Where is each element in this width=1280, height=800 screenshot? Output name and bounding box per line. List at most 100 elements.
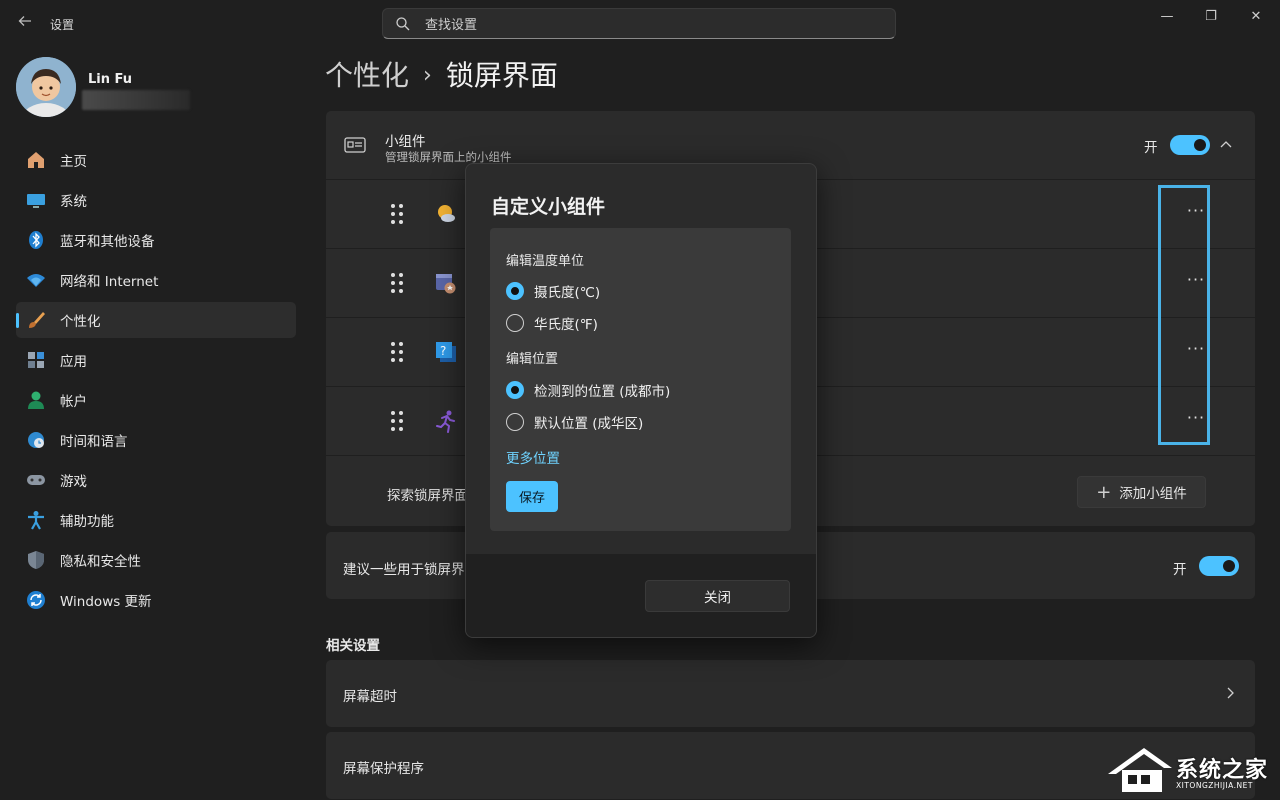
- apps-icon: [26, 350, 46, 370]
- temp-unit-heading: 编辑温度单位: [506, 254, 585, 269]
- sidebar-item-accessibility[interactable]: 辅助功能: [16, 502, 296, 538]
- more-locations-link[interactable]: 更多位置: [506, 447, 560, 467]
- sidebar-item-label: 个性化: [60, 314, 101, 330]
- radio-unchecked-icon: [506, 314, 524, 332]
- radio-detected-location[interactable]: 检测到的位置 (成都市): [506, 380, 670, 400]
- calendar-icon: [436, 274, 456, 294]
- close-window-button[interactable]: ✕: [1233, 6, 1279, 28]
- drag-handle-icon[interactable]: [389, 411, 407, 433]
- title-bar: 设置 — ❐ ✕: [0, 0, 1280, 48]
- breadcrumb: 个性化 › 锁屏界面: [325, 54, 558, 94]
- radio-label: 默认位置 (成华区): [534, 416, 644, 432]
- watermark-logo: [1108, 748, 1172, 792]
- breadcrumb-separator: ›: [423, 63, 432, 88]
- sidebar-item-label: 蓝牙和其他设备: [60, 234, 155, 250]
- app-title: 设置: [50, 18, 75, 32]
- sidebar-item-system[interactable]: 系统: [16, 182, 296, 218]
- gamepad-icon: [26, 470, 46, 490]
- related-settings-heading: 相关设置: [326, 638, 380, 654]
- search-box[interactable]: [382, 8, 896, 39]
- customize-widgets-dialog: 自定义小组件 编辑温度单位 摄氏度(℃) 华氏度(℉) 编辑位置 检测到的位置 …: [465, 163, 817, 638]
- sidebar-item-accounts[interactable]: 帐户: [16, 382, 296, 418]
- close-button[interactable]: 关闭: [645, 580, 790, 612]
- sidebar-item-label: Windows 更新: [60, 594, 152, 610]
- sidebar-item-label: 网络和 Internet: [60, 274, 159, 290]
- svg-text:?: ?: [440, 344, 446, 358]
- search-icon: [396, 17, 410, 31]
- radio-unchecked-icon: [506, 413, 524, 431]
- radio-checked-icon: [506, 381, 524, 399]
- tips-icon: ?: [436, 342, 456, 362]
- home-icon: [26, 150, 46, 170]
- sidebar-item-windows-update[interactable]: Windows 更新: [16, 582, 296, 618]
- related-item-label: 屏幕超时: [343, 689, 397, 705]
- fitness-icon: [436, 410, 455, 433]
- sidebar-item-bluetooth[interactable]: 蓝牙和其他设备: [16, 222, 296, 258]
- add-widget-button[interactable]: + 添加小组件: [1077, 476, 1206, 508]
- location-heading: 编辑位置: [506, 352, 559, 367]
- user-name: Lin Fu: [88, 72, 133, 87]
- globe-clock-icon: [26, 430, 46, 450]
- drag-handle-icon[interactable]: [389, 273, 407, 295]
- related-item-label: 屏幕保护程序: [343, 761, 424, 777]
- sidebar-item-gaming[interactable]: 游戏: [16, 462, 296, 498]
- weather-icon: [438, 205, 455, 222]
- chevron-up-icon[interactable]: [1219, 138, 1233, 152]
- highlight-annotation: [1158, 185, 1210, 445]
- brush-icon: [26, 310, 46, 330]
- save-button[interactable]: 保存: [506, 481, 558, 512]
- sidebar-item-label: 隐私和安全性: [60, 554, 141, 570]
- accessibility-icon: [26, 510, 46, 530]
- shield-icon: [26, 550, 46, 570]
- monitor-icon: [26, 190, 46, 210]
- drag-handle-icon[interactable]: [389, 204, 407, 226]
- sidebar-item-label: 系统: [60, 194, 87, 210]
- sidebar-item-label: 辅助功能: [60, 514, 114, 530]
- widget-card-icon: [344, 137, 366, 153]
- radio-default-location[interactable]: 默认位置 (成华区): [506, 412, 643, 432]
- back-button[interactable]: [14, 12, 36, 34]
- sidebar-item-time-language[interactable]: 时间和语言: [16, 422, 296, 458]
- explore-widgets-text: 探索锁屏界面: [387, 488, 468, 504]
- sidebar-item-privacy[interactable]: 隐私和安全性: [16, 542, 296, 578]
- sidebar-item-label: 时间和语言: [60, 434, 128, 450]
- watermark-url: XITONGZHIJIA.NET: [1176, 781, 1253, 790]
- radio-label: 摄氏度(℃): [534, 285, 601, 301]
- sidebar-item-label: 主页: [60, 154, 87, 170]
- restore-button[interactable]: ❐: [1188, 6, 1234, 28]
- plus-icon: +: [1096, 481, 1112, 503]
- sidebar-item-home[interactable]: 主页: [16, 142, 296, 178]
- dialog-panel: 编辑温度单位 摄氏度(℃) 华氏度(℉) 编辑位置 检测到的位置 (成都市) 默…: [490, 228, 791, 531]
- breadcrumb-parent[interactable]: 个性化: [325, 59, 409, 92]
- drag-handle-icon[interactable]: [389, 342, 407, 364]
- watermark-text: 系统之家: [1176, 758, 1269, 783]
- minimize-button[interactable]: —: [1144, 6, 1190, 28]
- search-input[interactable]: [423, 14, 867, 36]
- sidebar-item-apps[interactable]: 应用: [16, 342, 296, 378]
- radio-celsius[interactable]: 摄氏度(℃): [506, 281, 600, 301]
- account-icon: [26, 390, 46, 410]
- back-arrow-icon: [18, 16, 31, 26]
- dialog-footer: 关闭: [466, 554, 816, 637]
- widgets-toggle[interactable]: [1170, 135, 1210, 155]
- sidebar-item-personalization[interactable]: 个性化: [16, 302, 296, 338]
- radio-label: 检测到的位置 (成都市): [534, 384, 671, 400]
- related-item-screen-timeout[interactable]: 屏幕超时: [326, 660, 1255, 727]
- suggest-text: 建议一些用于锁屏界: [343, 562, 465, 578]
- suggest-toggle-label: 开: [1173, 562, 1187, 578]
- radio-label: 华氏度(℉): [534, 317, 598, 333]
- sidebar-nav: 主页 系统 蓝牙和其他设备 网络和 Internet 个性化 应用 帐户 时间和…: [16, 142, 296, 622]
- page-title: 锁屏界面: [445, 59, 558, 92]
- chevron-right-icon: [1227, 687, 1234, 699]
- dialog-title: 自定义小组件: [491, 196, 606, 218]
- sidebar-item-label: 游戏: [60, 474, 87, 490]
- avatar[interactable]: [16, 57, 76, 117]
- update-icon: [26, 590, 46, 610]
- sidebar-item-label: 应用: [60, 354, 87, 370]
- add-widget-label: 添加小组件: [1119, 486, 1187, 502]
- radio-fahrenheit[interactable]: 华氏度(℉): [506, 313, 598, 333]
- radio-checked-icon: [506, 282, 524, 300]
- suggest-toggle[interactable]: [1199, 556, 1239, 576]
- sidebar-item-network[interactable]: 网络和 Internet: [16, 262, 296, 298]
- widgets-title: 小组件: [385, 134, 426, 150]
